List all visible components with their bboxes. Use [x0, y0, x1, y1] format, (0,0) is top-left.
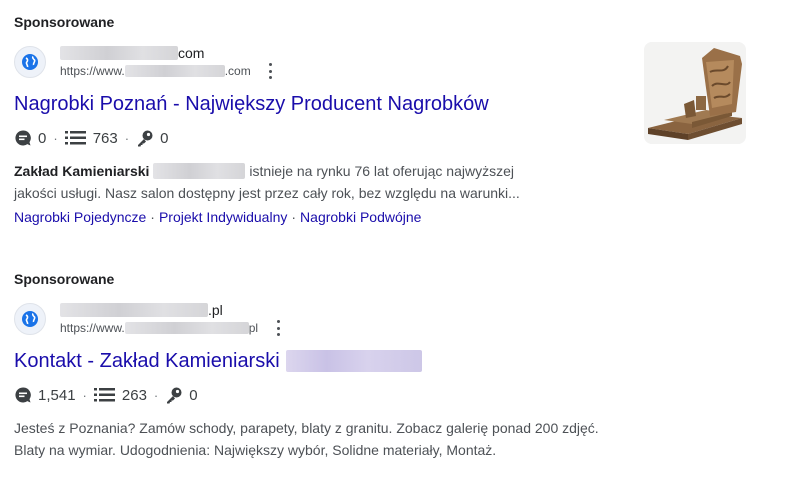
comment-icon: [15, 387, 31, 403]
ad-title-link[interactable]: Nagrobki Poznań - Największy Producent N…: [14, 90, 754, 118]
ad-description: Jesteś z Poznania? Zamów schody, parapet…: [14, 420, 599, 458]
sponsored-label: Sponsorowane: [14, 14, 115, 30]
ad-description: Zakład Kamieniarski istnieje na rynku 76 …: [14, 163, 520, 201]
redacted-site-name: [60, 46, 178, 60]
comments-stat: 0: [14, 129, 46, 147]
sponsored-label: Sponsorowane: [14, 271, 115, 287]
sitelink-individual-project[interactable]: Projekt Indywidualny: [159, 209, 287, 225]
globe-icon: [14, 46, 46, 78]
links-stat: 263: [93, 387, 147, 404]
keys-stat: 0: [165, 386, 198, 404]
key-icon: [138, 130, 153, 147]
sitelink-single-tombstones[interactable]: Nagrobki Pojedyncze: [14, 209, 146, 225]
redacted-url: [124, 65, 225, 77]
sponsored-result-2: Sponsorowane .pl https://www. pl Kontakt…: [14, 269, 754, 461]
sitelinks: Nagrobki Pojedyncze · Projekt Indywidualny…: [14, 209, 422, 225]
site-info[interactable]: com https://www. .com: [14, 42, 754, 82]
sponsored-result-1: Sponsorowane com https://www. .com Nagro…: [14, 12, 754, 228]
site-info[interactable]: .pl https://www. pl: [14, 299, 754, 339]
site-url: https://www. pl: [60, 319, 284, 337]
links-stat: 763: [64, 130, 118, 147]
comment-icon: [15, 130, 31, 146]
sitelink-double-tombstones[interactable]: Nagrobki Podwójne: [300, 209, 421, 225]
redacted-company-name: [153, 163, 246, 179]
ad-title-link[interactable]: Kontakt - Zakład Kamieniarski: [14, 347, 754, 375]
key-icon: [167, 387, 182, 404]
redacted-site-name: [60, 303, 208, 317]
site-name: .pl: [60, 301, 284, 319]
redacted-url: [124, 322, 249, 334]
redacted-company-name: [285, 350, 422, 372]
seo-stats: 1,541 · 263 · 0: [14, 383, 754, 407]
keys-stat: 0: [136, 129, 168, 147]
site-name: com: [60, 44, 277, 62]
site-url: https://www. .com: [60, 62, 277, 80]
more-options-icon[interactable]: [265, 62, 277, 80]
seo-stats: 0 · 763 · 0: [14, 126, 754, 150]
comments-stat: 1,541: [14, 386, 76, 404]
globe-icon: [14, 303, 46, 335]
list-icon: [93, 388, 115, 402]
list-icon: [64, 131, 86, 145]
tombstone-thumbnail[interactable]: [644, 42, 746, 144]
more-options-icon[interactable]: [272, 319, 284, 337]
